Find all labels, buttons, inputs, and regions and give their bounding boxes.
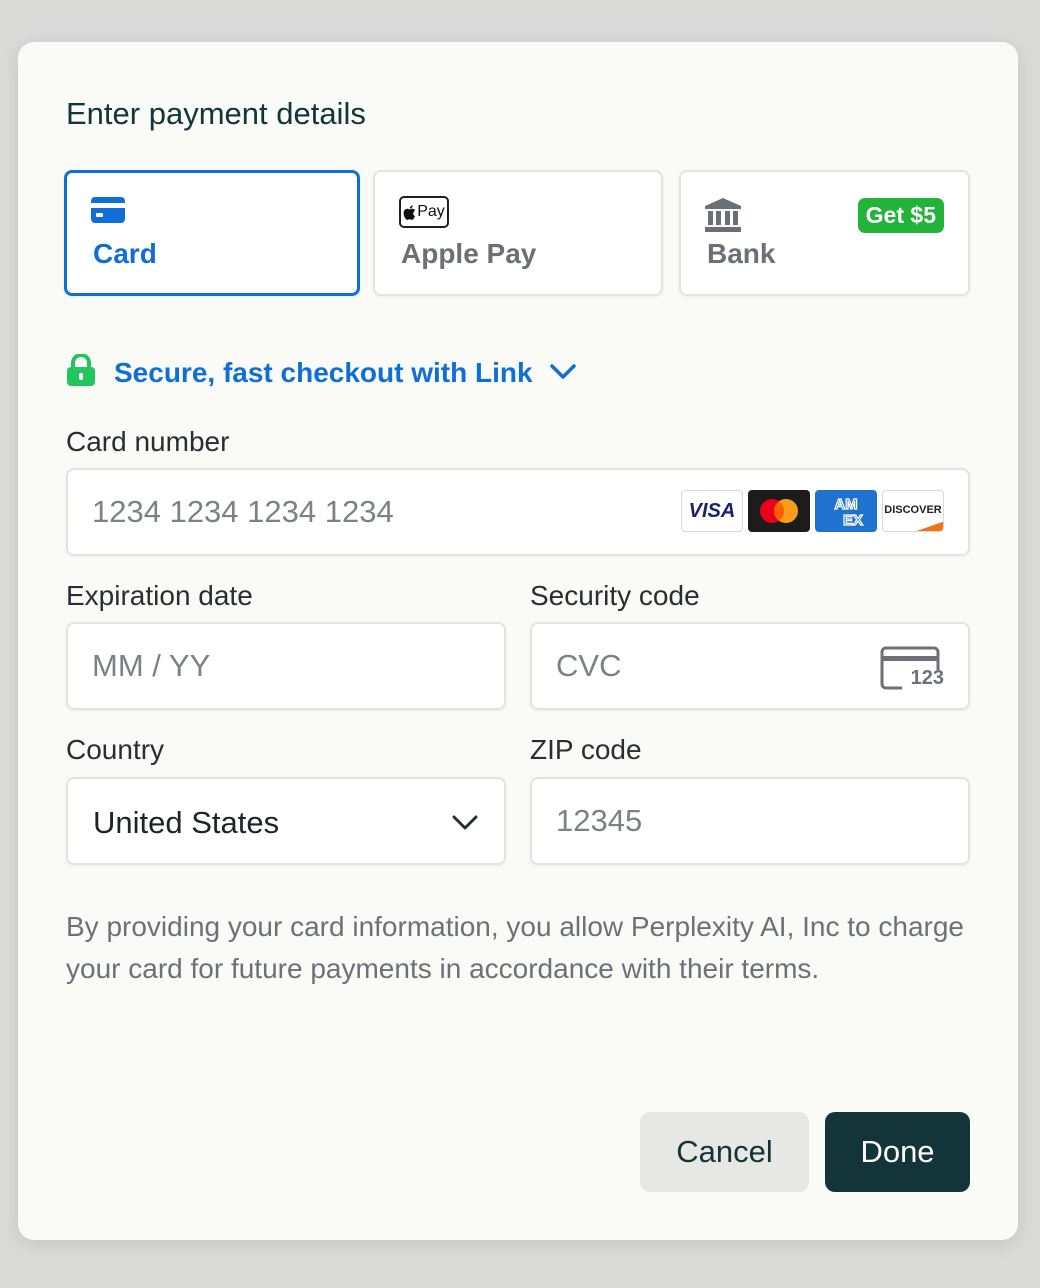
- tab-card-label: Card: [93, 238, 157, 269]
- security-code-field: 123: [530, 622, 970, 710]
- mastercard-logo: [748, 490, 810, 532]
- dialog-title: Enter payment details: [66, 96, 366, 131]
- card-number-field: VISA AM EX DISCOVER: [66, 468, 970, 556]
- tab-apple-pay-label: Apple Pay: [401, 238, 537, 269]
- card-number-label: Card number: [66, 426, 230, 457]
- amex-logo: AM EX: [815, 490, 877, 532]
- consent-text: By providing your card information, you …: [66, 911, 964, 984]
- zip-code-input[interactable]: [556, 779, 862, 863]
- credit-card-icon: [91, 197, 125, 228]
- cvc-input[interactable]: [556, 624, 862, 708]
- svg-text:EX: EX: [843, 512, 863, 529]
- svg-text:AM: AM: [834, 496, 857, 513]
- cvc-icon-text: 123: [910, 667, 944, 689]
- zip-code-label: ZIP code: [530, 734, 642, 765]
- expiration-date-label: Expiration date: [66, 580, 253, 611]
- link-checkout-text: Secure, fast checkout with Link: [114, 356, 533, 388]
- discover-logo: DISCOVER: [882, 490, 944, 532]
- lock-icon: [66, 353, 96, 391]
- tab-bank[interactable]: Get $5 Bank: [679, 170, 970, 296]
- tab-bank-label: Bank: [707, 238, 776, 269]
- visa-logo: VISA: [681, 490, 743, 532]
- zip-code-field: [530, 777, 970, 865]
- country-select[interactable]: United States: [66, 777, 506, 865]
- country-label: Country: [66, 734, 165, 765]
- cvc-card-icon: 123: [880, 646, 944, 695]
- country-value: United States: [93, 805, 280, 840]
- chevron-down-icon: [549, 363, 577, 386]
- link-checkout-toggle[interactable]: Secure, fast checkout with Link: [66, 353, 577, 391]
- chevron-down-icon: [452, 815, 478, 836]
- cancel-button[interactable]: Cancel: [640, 1112, 809, 1192]
- expiration-date-input[interactable]: [92, 624, 398, 708]
- bank-icon: [705, 198, 741, 237]
- payment-dialog: Enter payment details Card Pay Apple Pay: [18, 42, 1018, 1240]
- tab-card[interactable]: Card: [64, 170, 360, 296]
- card-number-input[interactable]: [92, 470, 722, 554]
- tab-apple-pay[interactable]: Pay Apple Pay: [373, 170, 663, 296]
- card-brand-list: VISA AM EX DISCOVER: [681, 490, 944, 532]
- apple-pay-icon: Pay: [399, 196, 449, 228]
- expiration-date-field: [66, 622, 506, 710]
- apple-pay-icon-text: Pay: [417, 203, 445, 220]
- get-five-badge: Get $5: [857, 198, 944, 233]
- security-code-label: Security code: [530, 580, 700, 611]
- done-button[interactable]: Done: [825, 1112, 970, 1192]
